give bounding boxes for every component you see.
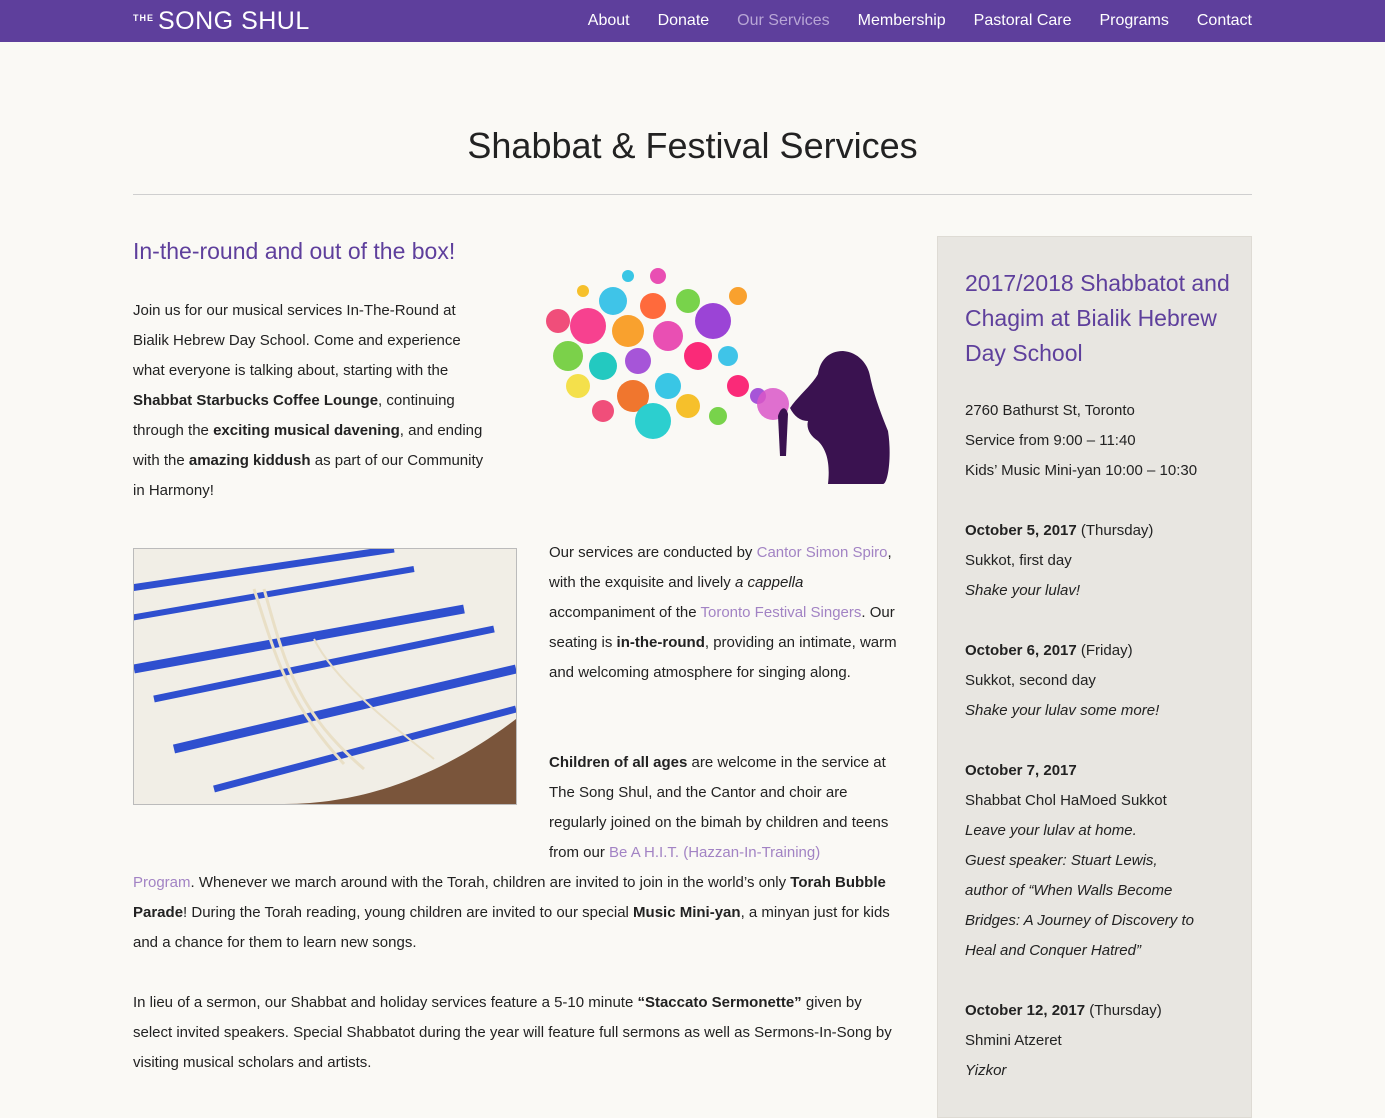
event-note: Heal and Conquer Hatred” bbox=[965, 942, 1141, 959]
event-note: Bridges: A Journey of Discovery to bbox=[965, 912, 1194, 929]
event-date: October 12, 2017 bbox=[965, 1002, 1086, 1019]
location-info: 2760 Bathurst St, Toronto Service from 9… bbox=[965, 396, 1235, 486]
nav-donate[interactable]: Donate bbox=[658, 12, 710, 30]
service-time: Service from 9:00 – 11:40 bbox=[965, 432, 1136, 449]
page-title: Shabbat & Festival Services bbox=[467, 125, 918, 166]
event-note: Shake your lulav! bbox=[965, 582, 1081, 599]
girl-silhouette bbox=[790, 351, 890, 484]
intro-paragraph: Join us for our musical services In-The-… bbox=[133, 302, 484, 499]
title-divider bbox=[133, 194, 1252, 195]
event-name: Shabbat Chol HaMoed Sukkot bbox=[965, 792, 1167, 809]
event-note: Leave your lulav at home. bbox=[965, 822, 1137, 839]
song-shul-logo[interactable]: THE SONG SHUL bbox=[133, 5, 310, 37]
top-navigation-bar: THE SONG SHUL About Donate Our Services … bbox=[0, 0, 1385, 42]
event-note: Shake your lulav some more! bbox=[965, 702, 1160, 719]
cantor-simon-spiro-link[interactable]: Cantor Simon Spiro bbox=[757, 544, 888, 561]
nav-contact[interactable]: Contact bbox=[1197, 12, 1252, 30]
toronto-festival-singers-link[interactable]: Toronto Festival Singers bbox=[700, 604, 861, 621]
event-date: October 5, 2017 bbox=[965, 522, 1077, 539]
event-oct-12: October 12, 2017 (Thursday) Shmini Atzer… bbox=[965, 996, 1235, 1086]
logo-name: SONG SHUL bbox=[158, 7, 310, 35]
children-paragraph-upper: Children of all ages are welcome in the … bbox=[549, 754, 889, 861]
address: 2760 Bathurst St, Toronto bbox=[965, 402, 1135, 419]
kids-mini-yan-time: Kids’ Music Mini-yan 10:00 – 10:30 bbox=[965, 462, 1198, 479]
event-oct-7: October 7, 2017 Shabbat Chol HaMoed Sukk… bbox=[965, 756, 1235, 966]
event-date: October 7, 2017 bbox=[965, 762, 1077, 779]
event-oct-5: October 5, 2017 (Thursday) Sukkot, first… bbox=[965, 516, 1235, 606]
be-a-hit-program-link[interactable]: Program bbox=[133, 874, 191, 891]
section-subheading: In-the-round and out of the box! bbox=[133, 238, 456, 264]
event-note: author of “When Walls Become bbox=[965, 882, 1173, 899]
sidebar-title: 2017/2018 Shabbatot and Chagim at Bialik… bbox=[965, 270, 1230, 366]
nav-pastoral-care[interactable]: Pastoral Care bbox=[974, 12, 1072, 30]
children-paragraph-lower: Program. Whenever we march around with t… bbox=[133, 874, 890, 951]
event-name: Sukkot, second day bbox=[965, 672, 1096, 689]
nav-programs[interactable]: Programs bbox=[1100, 12, 1169, 30]
logo-the: THE bbox=[133, 13, 154, 23]
event-note: Yizkor bbox=[965, 1062, 1007, 1079]
event-name: Shmini Atzeret bbox=[965, 1032, 1062, 1049]
girl-blowing-bubbles-illustration bbox=[546, 268, 890, 484]
nav-our-services[interactable]: Our Services bbox=[737, 12, 829, 30]
nav-membership[interactable]: Membership bbox=[858, 12, 946, 30]
event-date: October 6, 2017 bbox=[965, 642, 1077, 659]
event-name: Sukkot, first day bbox=[965, 552, 1072, 569]
tallit-photo bbox=[133, 548, 517, 805]
services-paragraph: Our services are conducted by Cantor Sim… bbox=[549, 544, 897, 681]
be-a-hit-link[interactable]: Be A H.I.T. (Hazzan-In-Training) bbox=[609, 844, 820, 861]
event-note: Guest speaker: Stuart Lewis, bbox=[965, 852, 1158, 869]
nav-about[interactable]: About bbox=[588, 12, 630, 30]
main-nav: About Donate Our Services Membership Pas… bbox=[588, 0, 1252, 42]
event-oct-6: October 6, 2017 (Friday) Sukkot, second … bbox=[965, 636, 1235, 726]
sermon-paragraph: In lieu of a sermon, our Shabbat and hol… bbox=[133, 994, 892, 1071]
